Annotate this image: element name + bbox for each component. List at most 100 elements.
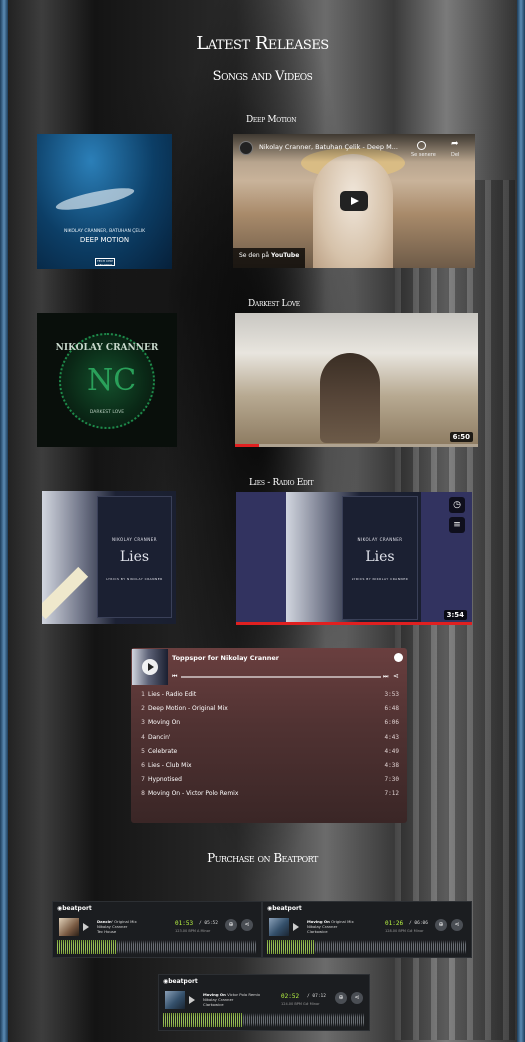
spotify-play-button[interactable] (142, 659, 158, 675)
track-row[interactable]: 7 Hypnotised 7:30 (131, 773, 407, 787)
beatport-play-button[interactable] (83, 923, 89, 931)
video-duration: 3:54 (443, 610, 467, 620)
track-duration: 4:43 (384, 733, 399, 741)
spotify-playlist-title[interactable]: Toppspor for Nikolay Cranner (172, 654, 279, 662)
track-duration: 6:48 (384, 705, 399, 713)
track-name[interactable]: Moving On - Victor Polo Remix (148, 790, 238, 797)
track-name[interactable]: Lies - Club Mix (148, 762, 192, 769)
cover-panel: NIKOLAY CRANNER Lies LYRICS BY NIKOLAY C… (97, 496, 172, 618)
track-duration: 6:06 (384, 719, 399, 727)
beatport-logo[interactable]: ◉beatport (57, 905, 92, 912)
current-time: 02:52 (281, 993, 300, 1000)
thumbnail-title: Lies (365, 549, 395, 565)
next-track-icon[interactable]: ⏭ (383, 673, 388, 681)
youtube-play-button[interactable] (340, 191, 368, 211)
share-icon[interactable]: ➦ (451, 139, 459, 149)
track-artwork (165, 991, 185, 1009)
track-name[interactable]: Moving On (148, 719, 180, 726)
watch-later-label[interactable]: Se senere (411, 152, 436, 158)
cart-icon[interactable]: ⊕ (435, 919, 447, 931)
total-time: / 06:06 (409, 921, 428, 926)
page-border-right (517, 0, 525, 1042)
track-info: Moving On Victor Polo Remix Nikolay Cran… (203, 992, 261, 1007)
beatport-play-button[interactable] (293, 923, 299, 931)
video-progress-bar[interactable] (235, 444, 478, 447)
share-icon[interactable]: ⋖ (451, 919, 463, 931)
watch-later-icon[interactable] (417, 141, 426, 150)
cart-icon[interactable]: ⊕ (225, 919, 237, 931)
track-duration: 4:49 (384, 747, 399, 755)
cover-lies[interactable]: NIKOLAY CRANNER Lies LYRICS BY NIKOLAY C… (42, 491, 176, 624)
purchase-title: Purchase on Beatport (207, 851, 318, 865)
release-title-deep-motion: Deep Motion (246, 115, 297, 125)
track-row[interactable]: 3 Moving On 6:06 (131, 716, 407, 730)
cover-artist: NIKOLAY CRANNER (111, 537, 158, 542)
video-progress-bar[interactable] (236, 622, 472, 625)
cover-artist: NIKOLAY CRANNER (55, 343, 159, 353)
track-artwork (269, 918, 289, 936)
track-duration: 3:53 (384, 691, 399, 698)
cover-darkest-love[interactable]: NIKOLAY CRANNER NC DARKEST LOVE (37, 313, 177, 447)
track-row[interactable]: 4 Dancin' 4:43 (131, 731, 407, 745)
track-meta: 124.00 BPM G# Minor (281, 1002, 320, 1006)
track-number: 5 (141, 747, 145, 755)
cover-deep-motion[interactable]: NIKOLAY CRANNER, BATUHAN ÇELIK DEEP MOTI… (37, 134, 172, 269)
watch-on-youtube-button[interactable]: Se den på YouTube (233, 248, 306, 268)
video-duration: 6:50 (449, 432, 473, 442)
spotify-progress-bar[interactable] (181, 676, 381, 678)
watch-later-icon[interactable]: ◷ (449, 497, 465, 513)
cart-icon[interactable]: ⊕ (335, 992, 347, 1004)
thumbnail-artist: NIKOLAY CRANNER (357, 537, 403, 542)
track-number: 7 (141, 776, 145, 784)
total-time: / 07:12 (307, 994, 326, 999)
beatport-player[interactable]: ◉beatport Dancin' Original Mix Nikolay C… (52, 901, 262, 958)
beatport-player[interactable]: ◉beatport Moving On Victor Polo Remix Ni… (158, 974, 370, 1031)
waveform-played (163, 1013, 243, 1027)
thumbnail-tagline: LYRICS BY NIKOLAY CRANNER (351, 577, 409, 581)
track-name[interactable]: Dancin' (148, 734, 171, 741)
previous-track-icon[interactable]: ⏮ (172, 673, 177, 681)
track-name[interactable]: Celebrate (148, 748, 177, 755)
track-meta: 123.00 BPM A Minor (175, 929, 211, 933)
cover-title: DEEP MOTION (79, 236, 130, 244)
beatport-logo[interactable]: ◉beatport (163, 978, 198, 985)
waveform-played (57, 940, 117, 954)
watch-on-label: Se den på (239, 252, 270, 259)
cover-stripe-shape (42, 566, 89, 620)
beatport-play-button[interactable] (189, 996, 195, 1004)
cover-label: TECH CHIP RECORDS (95, 258, 115, 267)
cover-monogram: NC (87, 363, 137, 398)
video-darkest-love[interactable]: 6:50 (235, 313, 478, 447)
share-label[interactable]: Del (451, 152, 459, 158)
track-meta: 128.00 BPM G# Minor (385, 929, 424, 933)
page-title: Latest Releases (196, 33, 329, 54)
track-name[interactable]: Deep Motion - Original Mix (148, 705, 228, 712)
track-row[interactable]: 2 Deep Motion - Original Mix 6:48 (131, 702, 407, 716)
track-row[interactable]: 6 Lies - Club Mix 4:38 (131, 759, 407, 773)
add-to-queue-icon[interactable]: ≡ (449, 517, 465, 533)
share-icon[interactable]: ⋖ (351, 992, 363, 1004)
track-row[interactable]: 5 Celebrate 4:49 (131, 745, 407, 759)
beatport-logo[interactable]: ◉beatport (267, 905, 302, 912)
track-duration: 7:12 (384, 790, 399, 798)
track-row[interactable]: 1 Lies - Radio Edit 3:53 (131, 688, 407, 702)
channel-avatar-icon[interactable] (239, 141, 253, 155)
spotify-logo-icon[interactable] (394, 653, 403, 662)
share-icon[interactable]: ⋖ (241, 919, 253, 931)
video-lies[interactable]: NIKOLAY CRANNER Lies LYRICS BY NIKOLAY C… (236, 492, 472, 625)
track-row[interactable]: 8 Moving On - Victor Polo Remix 7:12 (131, 787, 407, 801)
beatport-player[interactable]: ◉beatport Moving On Original Mix Nikolay… (262, 901, 472, 958)
cover-title: DARKEST LOVE (89, 410, 125, 415)
current-time: 01:26 (385, 920, 404, 927)
waveform-played (267, 940, 315, 954)
video-person-shape (313, 154, 393, 268)
spotify-embed[interactable]: Toppspor for Nikolay Cranner ⏮ ⏭ ⋖ 1 Lies… (131, 648, 407, 823)
youtube-embed-deep-motion[interactable]: Nikolay Cranner, Batuhan Çelik - Deep M.… (233, 134, 475, 268)
share-icon[interactable]: ⋖ (393, 672, 399, 680)
track-duration: 4:38 (384, 762, 399, 769)
track-name[interactable]: Lies - Radio Edit (148, 691, 196, 698)
track-name[interactable]: Hypnotised (148, 776, 182, 783)
youtube-video-title[interactable]: Nikolay Cranner, Batuhan Çelik - Deep M.… (259, 143, 398, 151)
video-person-shape (320, 353, 380, 443)
youtube-logo: YouTube (271, 252, 300, 259)
